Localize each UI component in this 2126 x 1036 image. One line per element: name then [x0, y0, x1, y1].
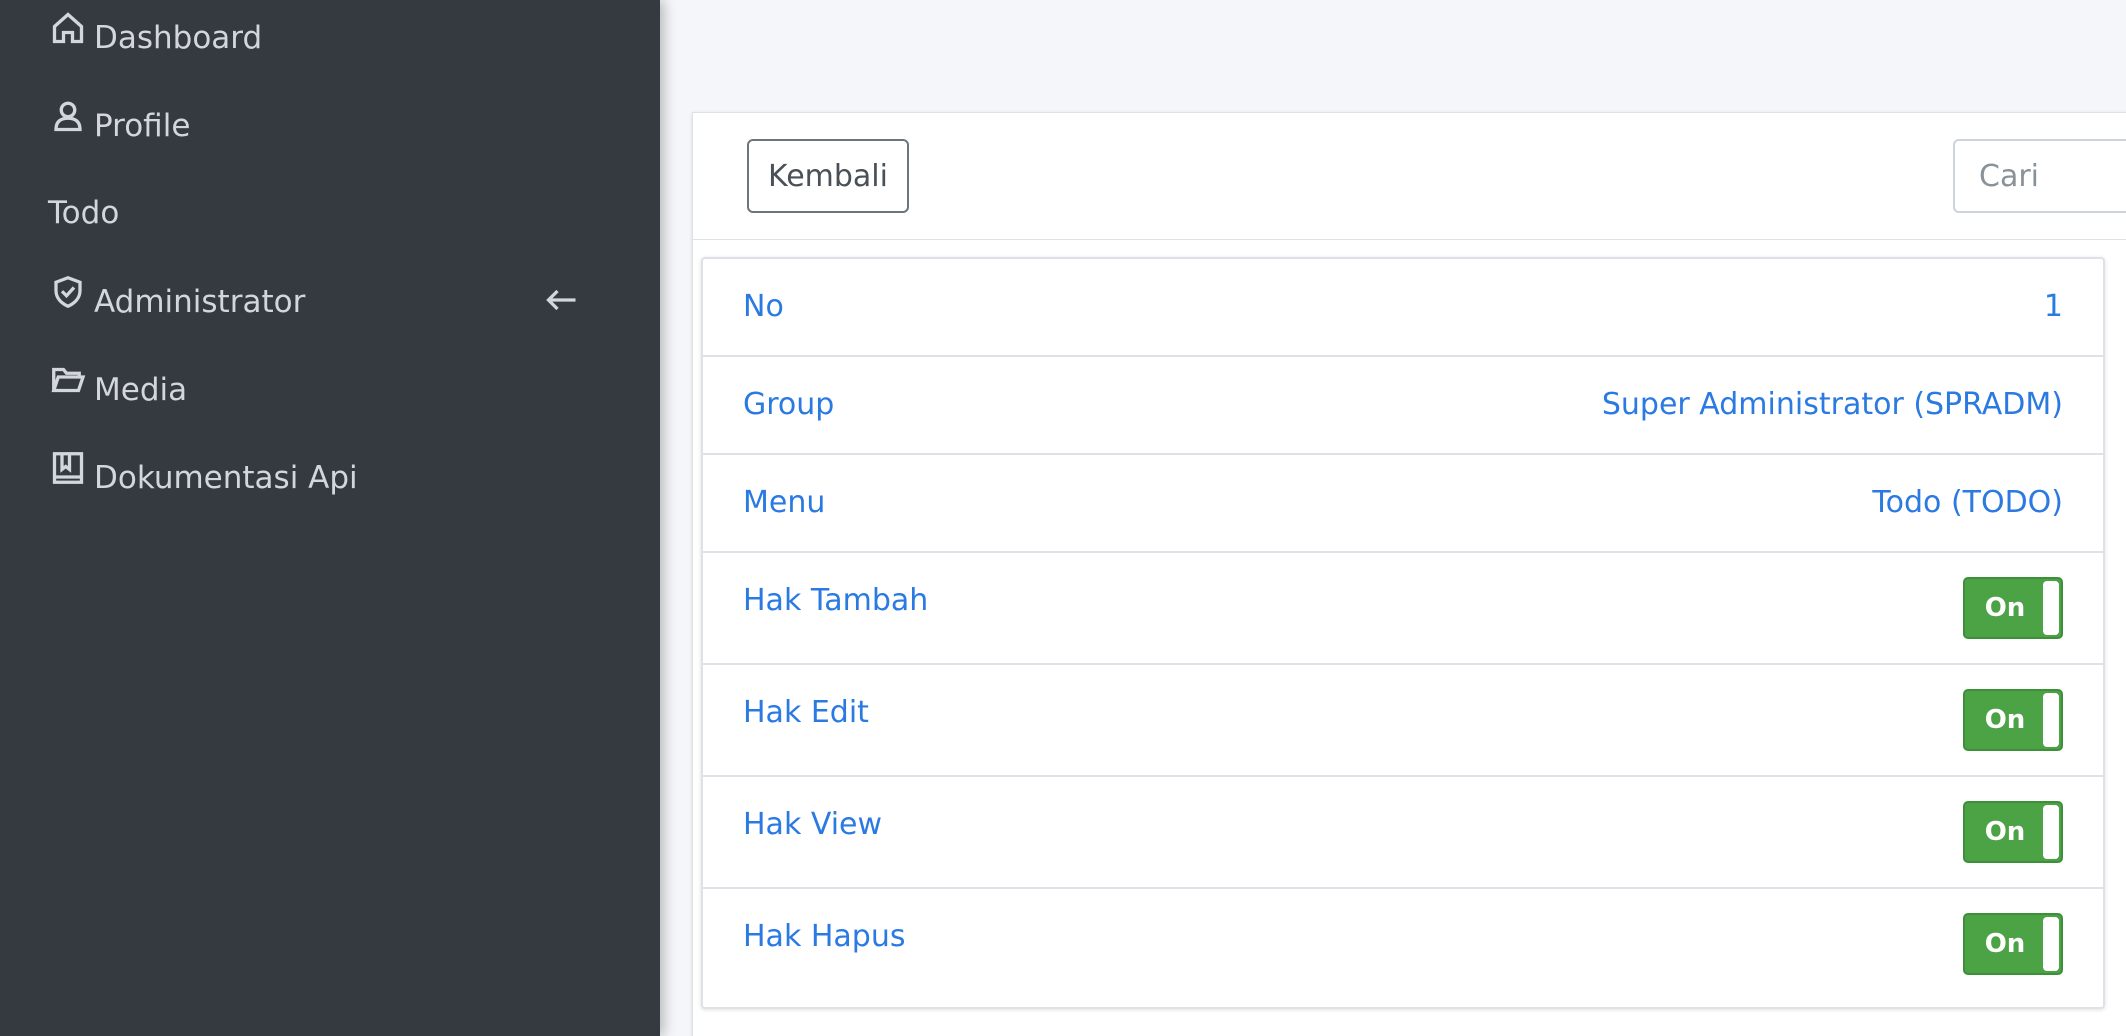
toggle-knob [2043, 693, 2059, 747]
sidebar-item-label: Todo [48, 195, 120, 231]
sidebar-item-label: Dashboard [94, 20, 263, 56]
home-icon [48, 10, 88, 50]
row-value: Todo (TODO) [1872, 485, 2063, 520]
person-icon [48, 98, 88, 138]
row-value: 1 [2043, 289, 2063, 324]
sidebar-item-dokumentasi-api[interactable]: Dokumentasi Api [48, 448, 628, 508]
sidebar-item-dashboard[interactable]: Dashboard [48, 8, 628, 68]
toggle-knob [2043, 805, 2059, 859]
back-button[interactable]: Kembali [747, 139, 909, 213]
row-label: Group [743, 387, 835, 422]
detail-row-no: No 1 [703, 259, 2103, 357]
app: Dashboard Profile Todo Administrator Med [0, 0, 2126, 1036]
card-header: Kembali [693, 113, 2126, 240]
detail-card: Kembali No 1 Group Super Administrator (… [692, 112, 2126, 1036]
toggle-label: On [1984, 593, 2026, 623]
toggle-label: On [1984, 929, 2026, 959]
sidebar-item-label: Media [94, 372, 188, 408]
row-value: Super Administrator (SPRADM) [1601, 387, 2063, 422]
row-label: Menu [743, 485, 826, 520]
book-icon [48, 450, 88, 490]
detail-row-hak-tambah: Hak Tambah On [703, 553, 2103, 665]
toggle-hak-view[interactable]: On [1963, 801, 2063, 863]
detail-row-hak-edit: Hak Edit On [703, 665, 2103, 777]
folder-icon [48, 362, 88, 402]
sidebar: Dashboard Profile Todo Administrator Med [0, 0, 660, 1036]
detail-table: No 1 Group Super Administrator (SPRADM) … [701, 257, 2105, 1009]
main-content: Kembali No 1 Group Super Administrator (… [660, 0, 2126, 1036]
toggle-hak-hapus[interactable]: On [1963, 913, 2063, 975]
shield-check-icon [48, 274, 88, 314]
sidebar-item-label: Administrator [94, 284, 306, 320]
sidebar-item-label: Profile [94, 108, 191, 144]
detail-row-group: Group Super Administrator (SPRADM) [703, 357, 2103, 455]
toggle-hak-tambah[interactable]: On [1963, 577, 2063, 639]
row-label: Hak View [743, 807, 883, 842]
row-label: No [743, 289, 784, 324]
toggle-knob [2043, 581, 2059, 635]
detail-row-hak-view: Hak View On [703, 777, 2103, 889]
sidebar-item-label: Dokumentasi Api [94, 460, 358, 496]
detail-row-menu: Menu Todo (TODO) [703, 455, 2103, 553]
toggle-label: On [1984, 705, 2026, 735]
toggle-knob [2043, 917, 2059, 971]
search-input[interactable] [1953, 139, 2126, 213]
sidebar-item-administrator[interactable]: Administrator [48, 272, 628, 332]
arrow-left-icon[interactable] [544, 282, 580, 318]
row-label: Hak Hapus [743, 919, 906, 954]
sidebar-item-profile[interactable]: Profile [48, 96, 628, 156]
toggle-hak-edit[interactable]: On [1963, 689, 2063, 751]
sidebar-item-media[interactable]: Media [48, 360, 628, 420]
row-label: Hak Tambah [743, 583, 929, 618]
detail-row-hak-hapus: Hak Hapus On [703, 889, 2103, 1001]
sidebar-item-todo[interactable]: Todo [48, 183, 628, 243]
row-label: Hak Edit [743, 695, 869, 730]
toggle-label: On [1984, 817, 2026, 847]
